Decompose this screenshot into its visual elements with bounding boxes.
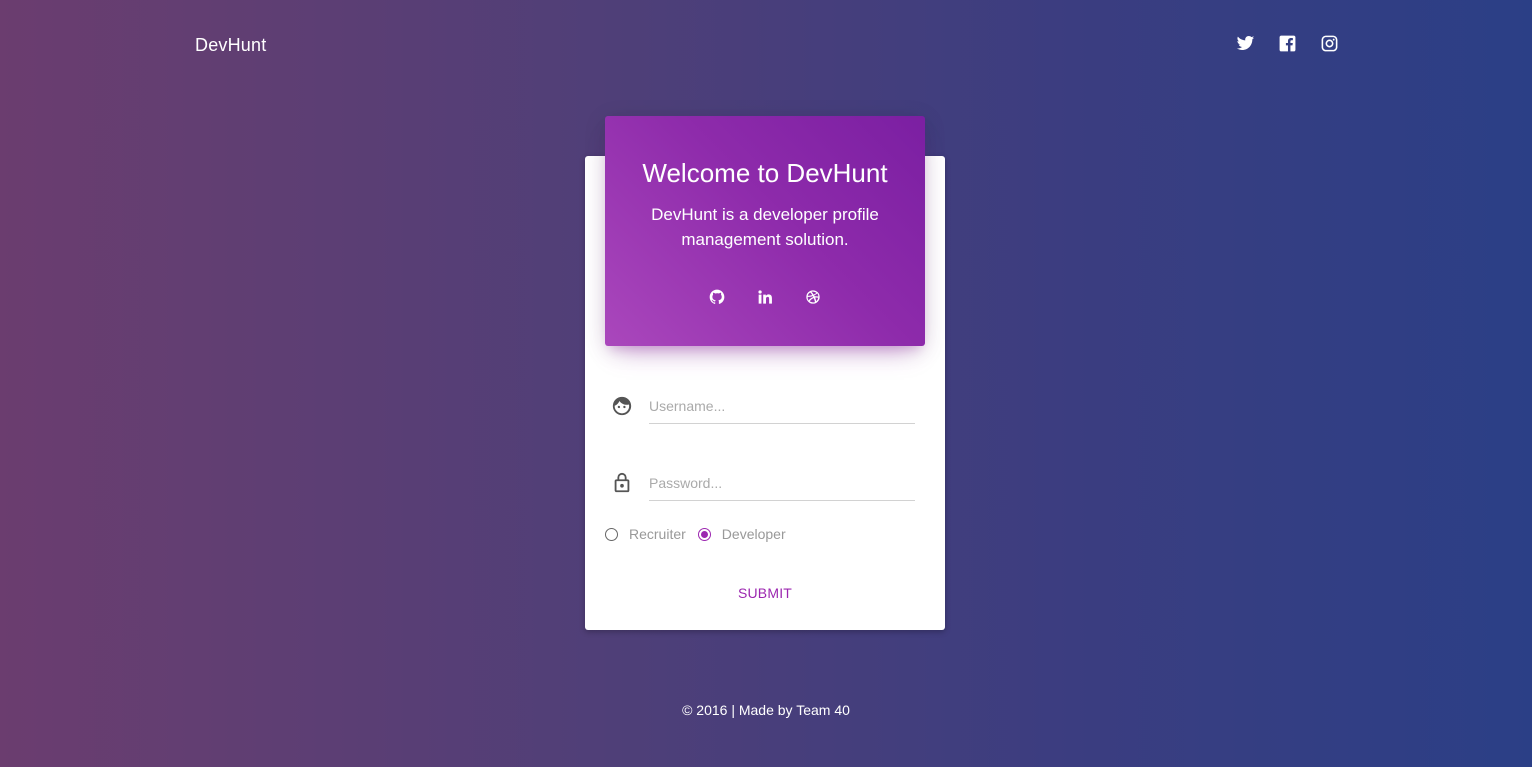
radio-developer[interactable]: Developer bbox=[697, 526, 786, 542]
radio-circle-recruiter[interactable] bbox=[605, 527, 618, 541]
github-icon[interactable] bbox=[708, 288, 726, 306]
password-input[interactable] bbox=[649, 466, 915, 501]
username-field bbox=[605, 389, 915, 433]
header-social-links bbox=[605, 288, 925, 306]
radio-label-recruiter: Recruiter bbox=[629, 526, 686, 542]
brand-link[interactable]: DevHunt bbox=[195, 35, 266, 56]
radio-recruiter[interactable]: Recruiter bbox=[605, 526, 686, 542]
linkedin-icon[interactable] bbox=[756, 288, 774, 306]
dribbble-icon[interactable] bbox=[804, 288, 822, 306]
password-field bbox=[605, 466, 915, 510]
welcome-title: Welcome to DevHunt bbox=[642, 158, 888, 188]
role-radio-group: Recruiter Developer bbox=[605, 526, 786, 542]
login-card-header: Welcome to DevHunt DevHunt is a develope… bbox=[605, 116, 925, 346]
social-links bbox=[1234, 32, 1340, 54]
radio-circle-developer[interactable] bbox=[697, 527, 711, 541]
face-icon bbox=[611, 395, 633, 417]
facebook-icon[interactable] bbox=[1276, 32, 1298, 54]
twitter-icon[interactable] bbox=[1234, 32, 1256, 54]
footer-text: © 2016 | Made by Team 40 bbox=[682, 702, 850, 718]
instagram-icon[interactable] bbox=[1318, 32, 1340, 54]
submit-button[interactable]: SUBMIT bbox=[715, 578, 815, 608]
radio-label-developer: Developer bbox=[721, 526, 786, 542]
username-input[interactable] bbox=[649, 389, 915, 424]
welcome-subtitle: DevHunt is a developer profile managemen… bbox=[651, 205, 879, 249]
lock-icon bbox=[611, 472, 633, 494]
